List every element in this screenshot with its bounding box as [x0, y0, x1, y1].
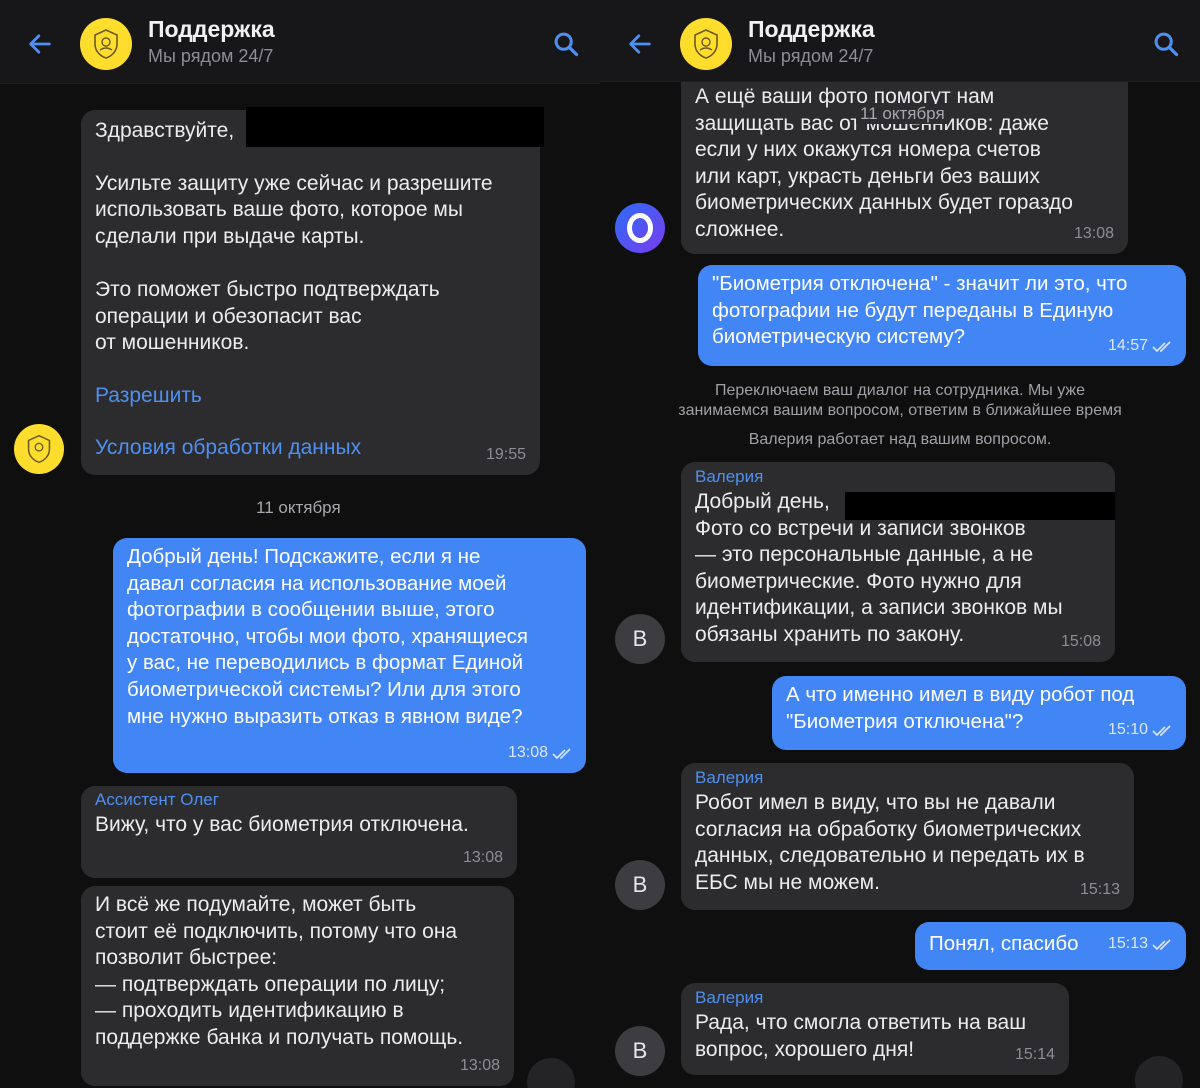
bank-logo-icon[interactable] — [680, 18, 732, 70]
message-text: Робот имел в виду, что вы не давали согл… — [695, 791, 1085, 894]
message-time: 15:13 — [1079, 881, 1120, 899]
chat-subtitle: Мы рядом 24/7 — [148, 46, 274, 66]
scroll-down-button[interactable] — [527, 1058, 575, 1088]
message-text: Рада, что смогла ответить на ваш вопрос,… — [695, 1011, 1027, 1061]
message-time: 19:55 — [485, 446, 526, 464]
message-time: 13:08 — [508, 740, 572, 767]
read-checks-icon — [552, 748, 571, 759]
message-bank-offer: Здравствуйте, Усильте защиту уже сейчас … — [81, 110, 540, 475]
date-separator: 11 октября — [856, 104, 949, 124]
search-icon[interactable] — [1152, 30, 1180, 58]
chat-header: Поддержка Мы рядом 24/7 — [600, 0, 1200, 82]
chat-subtitle: Мы рядом 24/7 — [748, 46, 874, 66]
data-terms-link[interactable]: Условия обработки данных — [95, 435, 526, 462]
chat-title: Поддержка — [148, 16, 275, 42]
message-time: 15:14 — [1014, 1046, 1055, 1064]
message-user-question: "Биометрия отключена" - значит ли это, ч… — [698, 265, 1186, 366]
message-user-question: Понял, спасибо 15:13 — [915, 922, 1186, 970]
message-text: Добрый день! Подскажите, если я не давал… — [127, 545, 528, 728]
bank-avatar-icon — [14, 424, 64, 474]
allow-link[interactable]: Разрешить — [95, 383, 526, 410]
time-label: 13:08 — [507, 744, 548, 762]
sender-name: Валерия — [695, 467, 764, 486]
message-user-question: А что именно имел в виду робот под "Биом… — [772, 676, 1186, 750]
message-time: 15:08 — [1060, 633, 1101, 651]
sender-name: Валерия — [695, 768, 764, 787]
message-operator: Валерия Рада, что смогла ответить на ваш… — [681, 983, 1069, 1075]
redacted-name — [845, 492, 1115, 520]
system-notice: Переключаем ваш диалог на сотрудника. Мы… — [678, 382, 1122, 419]
message-text: Усильте защиту уже сейчас и разрешите ис… — [95, 171, 493, 355]
redacted-name — [246, 107, 544, 147]
message-assistant: Ассистент Олег Вижу, что у вас биометрия… — [81, 786, 517, 878]
read-checks-icon — [1152, 341, 1171, 352]
chat-title: Поддержка — [748, 16, 875, 42]
read-checks-icon — [1152, 939, 1171, 950]
date-separator: 11 октября — [256, 498, 341, 517]
sender-name: Валерия — [695, 988, 764, 1007]
message-text: И всё же подумайте, может быть стоит её … — [95, 893, 464, 1049]
message-text: Фото со встречи и записи звонков — это п… — [695, 516, 1063, 646]
message-time: 13:08 — [462, 849, 503, 867]
bot-avatar-icon — [615, 203, 665, 253]
time-label: 15:10 — [1107, 721, 1148, 739]
operator-avatar: В — [615, 860, 665, 910]
search-icon[interactable] — [552, 30, 580, 58]
message-text: "Биометрия отключена" - значит ли это, ч… — [712, 272, 1128, 349]
back-arrow-icon[interactable] — [26, 30, 54, 58]
message-text: Вижу, что у вас биометрия отключена. — [95, 813, 469, 836]
message-time: 14:57 — [1108, 333, 1172, 360]
chat-panel-right: Поддержка Мы рядом 24/7 А ещё ваши фото … — [600, 0, 1200, 1088]
message-assistant: И всё же подумайте, может быть стоит её … — [81, 886, 514, 1086]
scroll-down-button[interactable] — [1135, 1056, 1183, 1088]
time-label: 14:57 — [1107, 337, 1148, 355]
operator-avatar: В — [615, 1026, 665, 1076]
message-time: 13:08 — [459, 1057, 500, 1075]
chat-header: Поддержка Мы рядом 24/7 — [0, 0, 600, 84]
message-time: 15:13 — [1108, 931, 1172, 958]
time-label: 15:13 — [1107, 935, 1148, 953]
message-user-question: Добрый день! Подскажите, если я не давал… — [113, 538, 586, 773]
sender-name: Ассистент Олег — [95, 790, 219, 809]
read-checks-icon — [1152, 725, 1171, 736]
system-notice: Валерия работает над вашим вопросом. — [748, 431, 1052, 448]
operator-avatar: В — [615, 614, 665, 664]
bank-logo-icon[interactable] — [80, 18, 132, 70]
message-time: 15:10 — [1108, 717, 1172, 744]
message-time: 13:08 — [1073, 225, 1114, 243]
chat-panel-left: Поддержка Мы рядом 24/7 Здравствуйте, Ус… — [0, 0, 600, 1088]
back-arrow-icon[interactable] — [626, 30, 654, 58]
message-operator: Валерия Робот имел в виду, что вы не дав… — [681, 763, 1134, 910]
